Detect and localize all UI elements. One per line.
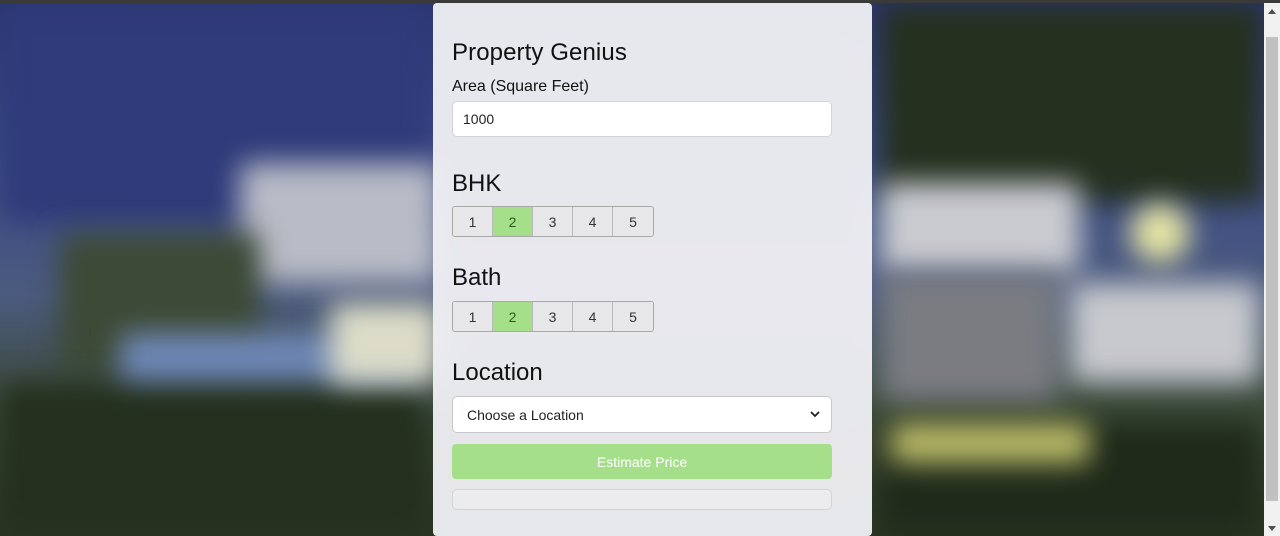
area-label: Area (Square Feet) bbox=[452, 78, 589, 95]
bath-option-5[interactable]: 5 bbox=[613, 302, 653, 331]
bath-selector: 1 2 3 4 5 bbox=[452, 301, 654, 332]
location-select-value: Choose a Location bbox=[467, 406, 584, 423]
app-title: Property Genius bbox=[452, 39, 627, 66]
window-top-edge bbox=[0, 0, 1280, 3]
bath-title: Bath bbox=[452, 264, 502, 291]
location-title: Location bbox=[452, 359, 543, 386]
bath-option-2[interactable]: 2 bbox=[493, 302, 533, 331]
area-input[interactable] bbox=[452, 101, 832, 137]
vertical-scrollbar[interactable] bbox=[1264, 3, 1280, 536]
estimator-card: Property Genius Area (Square Feet) BHK 1… bbox=[433, 3, 872, 536]
scroll-down-arrow-icon[interactable] bbox=[1264, 520, 1280, 536]
bhk-selector: 1 2 3 4 5 bbox=[452, 206, 654, 237]
scroll-up-arrow-icon[interactable] bbox=[1264, 3, 1280, 19]
bhk-option-1[interactable]: 1 bbox=[453, 207, 493, 236]
bhk-option-3[interactable]: 3 bbox=[533, 207, 573, 236]
bhk-option-5[interactable]: 5 bbox=[613, 207, 653, 236]
bhk-option-4[interactable]: 4 bbox=[573, 207, 613, 236]
location-select[interactable]: Choose a Location bbox=[452, 396, 832, 433]
bath-option-3[interactable]: 3 bbox=[533, 302, 573, 331]
bhk-title: BHK bbox=[452, 170, 502, 197]
chevron-down-icon bbox=[809, 409, 821, 421]
bath-option-1[interactable]: 1 bbox=[453, 302, 493, 331]
bath-option-4[interactable]: 4 bbox=[573, 302, 613, 331]
price-result-box bbox=[452, 489, 832, 510]
scrollbar-thumb[interactable] bbox=[1266, 37, 1278, 501]
bhk-option-2[interactable]: 2 bbox=[493, 207, 533, 236]
estimate-price-button[interactable]: Estimate Price bbox=[452, 444, 832, 479]
